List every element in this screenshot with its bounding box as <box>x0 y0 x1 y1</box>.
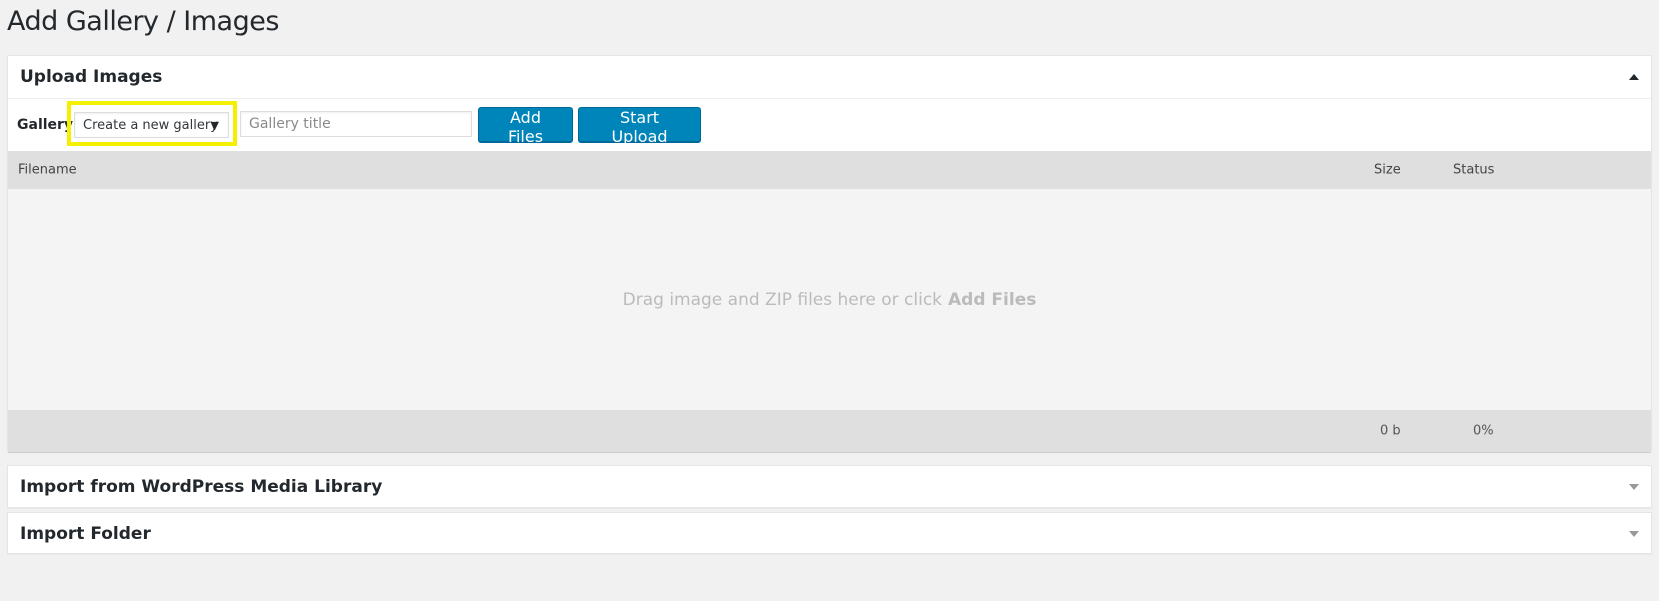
file-drop-zone[interactable]: Drag image and ZIP files here or click A… <box>8 189 1651 410</box>
file-table-header: Filename Size Status <box>8 151 1651 189</box>
upload-images-panel: Upload Images Gallery Create a new galle… <box>7 55 1652 453</box>
start-upload-button[interactable]: Start Upload <box>578 107 701 146</box>
gallery-select-value: Create a new gallery <box>83 117 218 133</box>
import-media-library-header[interactable]: Import from WordPress Media Library <box>8 466 1651 508</box>
total-size: 0 b <box>1380 423 1401 439</box>
total-percent: 0% <box>1473 423 1494 439</box>
expand-triangle-down-icon[interactable] <box>1629 484 1639 490</box>
upload-toolbar: Gallery Create a new gallery ▼ Add Files… <box>8 98 1651 151</box>
gallery-select[interactable]: Create a new gallery ▼ <box>74 112 229 138</box>
gallery-title-input[interactable] <box>240 111 472 137</box>
drop-zone-add-files: Add Files <box>948 289 1037 310</box>
gallery-label: Gallery <box>17 117 74 133</box>
panel-title: Upload Images <box>20 67 163 87</box>
file-table-footer: 0 b 0% <box>8 410 1651 453</box>
drop-zone-text: Drag image and ZIP files here or click <box>622 289 943 310</box>
column-filename: Filename <box>18 162 77 178</box>
dropdown-arrow-icon: ▼ <box>210 118 219 132</box>
import-media-library-panel[interactable]: Import from WordPress Media Library <box>7 465 1652 508</box>
import-folder-panel[interactable]: Import Folder <box>7 512 1652 554</box>
column-status: Status <box>1453 162 1495 178</box>
upload-images-header[interactable]: Upload Images <box>8 56 1651 98</box>
import-folder-header[interactable]: Import Folder <box>8 513 1651 555</box>
collapse-triangle-up-icon[interactable] <box>1629 74 1639 80</box>
page-title: Add Gallery / Images <box>7 6 279 37</box>
panel-title: Import Folder <box>20 524 151 544</box>
expand-triangle-down-icon[interactable] <box>1629 531 1639 537</box>
panel-title: Import from WordPress Media Library <box>20 477 383 497</box>
add-files-button[interactable]: Add Files <box>478 107 573 146</box>
column-size: Size <box>1374 162 1401 178</box>
